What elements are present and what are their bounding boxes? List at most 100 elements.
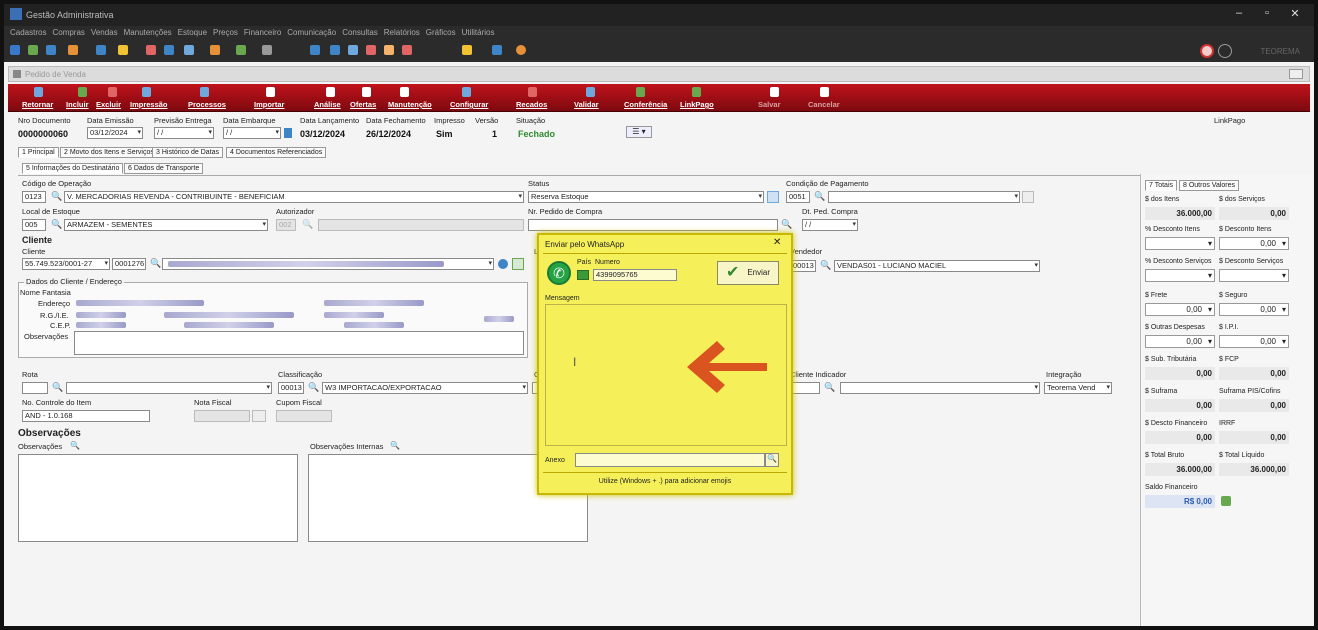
local-estoque-select[interactable]: ARMAZEM - SEMENTES ▾ (64, 219, 268, 231)
previsao-entrega-input[interactable]: / / ▾ (154, 127, 214, 139)
cliente-code[interactable]: 0001276 (112, 258, 146, 270)
subwindow-restore-icon[interactable] (1289, 69, 1303, 79)
toolbar-icon-8[interactable] (164, 45, 174, 55)
data-emissao-input[interactable]: 03/12/2024 ▾ (87, 127, 143, 139)
action-importar-button[interactable]: Importar (254, 100, 284, 109)
observacoes-cliente-input[interactable] (74, 331, 524, 355)
menu-item-0[interactable]: Cadastros (10, 28, 46, 37)
tab-2[interactable]: 3 Histórico de Datas (152, 147, 224, 158)
action-retornar-button[interactable]: Retornar (22, 100, 53, 109)
toolbar-icon-17[interactable] (384, 45, 394, 55)
maximize-button[interactable]: ▫ (1254, 7, 1280, 23)
search-icon[interactable]: 🔍 (51, 191, 62, 202)
action-validar-button[interactable]: Validar (574, 100, 599, 109)
desc-servicos-value[interactable] (1219, 269, 1289, 282)
status-config-icon[interactable] (767, 191, 779, 203)
action-conferencia-button[interactable]: Conferência (624, 100, 667, 109)
condicao-config-icon[interactable] (1022, 191, 1034, 203)
help-icon[interactable] (1218, 44, 1232, 58)
observacoes-textarea[interactable] (18, 454, 298, 542)
search-icon[interactable]: 🔍 (820, 260, 831, 271)
notification-icon[interactable] (1200, 44, 1214, 58)
tab-0[interactable]: 1 Principal (18, 147, 59, 158)
enviar-button[interactable]: ✔ Enviar (717, 261, 779, 285)
action-incluir-button[interactable]: Incluir (66, 100, 89, 109)
condicao-pagamento-select[interactable]: ▾ (828, 191, 1020, 203)
search-icon[interactable]: 🔍 (302, 219, 313, 230)
menu-item-7[interactable]: Comunicação (287, 28, 336, 37)
action-recados-button[interactable]: Recados (516, 100, 547, 109)
desc-servicos-select[interactable] (1145, 269, 1215, 282)
toolbar-icon-6[interactable] (118, 45, 128, 55)
desc-itens-select[interactable] (1145, 237, 1215, 250)
action-salvar-button[interactable]: Salvar (758, 100, 781, 109)
saldo-action-icon[interactable] (1221, 496, 1231, 506)
toolbar-icon-12[interactable] (262, 45, 272, 55)
search-icon[interactable]: 🔍 (150, 258, 161, 269)
toolbar-icon-14[interactable] (330, 45, 340, 55)
vendedor-select[interactable]: VENDAS01 - LUCIANO MACIEL ▾ (834, 260, 1040, 272)
data-embarque-input[interactable]: / / ▾ (223, 127, 281, 139)
outras-despesas-value[interactable]: 0,00 (1145, 335, 1215, 348)
toolbar-icon-10[interactable] (210, 45, 220, 55)
action-analise-button[interactable]: Análise (314, 100, 341, 109)
rota-select[interactable]: ▾ (66, 382, 272, 394)
subtab-1[interactable]: 6 Dados de Transporte (124, 163, 204, 174)
search-icon[interactable]: 🔍 (390, 441, 400, 450)
tab-outros-valores[interactable]: 8 Outros Valores (1179, 180, 1240, 191)
action-configurar-button[interactable]: Configurar (450, 100, 488, 109)
action-excluir-button[interactable]: Excluir (96, 100, 121, 109)
toolbar-icon-13[interactable] (310, 45, 320, 55)
toolbar-icon-18[interactable] (402, 45, 412, 55)
desc-itens-value[interactable]: 0,00 (1219, 237, 1289, 250)
search-icon[interactable]: 🔍 (814, 191, 825, 202)
search-icon[interactable]: 🔍 (308, 382, 319, 393)
condicao-pagamento-code[interactable]: 0051 (786, 191, 810, 203)
toolbar-icon-7[interactable] (146, 45, 156, 55)
autorizador-code[interactable]: 002 (276, 219, 296, 231)
menu-item-11[interactable]: Utilitários (462, 28, 495, 37)
local-estoque-code[interactable]: 005 (22, 219, 46, 231)
action-linkpago-button[interactable]: LinkPago (680, 100, 714, 109)
frete-value[interactable]: 0,00 (1145, 303, 1215, 316)
menu-item-8[interactable]: Consultas (342, 28, 378, 37)
tab-3[interactable]: 4 Documentos Referenciados (226, 147, 327, 158)
cliente-documento-select[interactable]: 55.749.523/0001-27 ▾ (22, 258, 110, 270)
toolbar-icon-19[interactable] (462, 45, 472, 55)
search-icon[interactable]: 🔍 (824, 382, 835, 393)
action-manutencao-button[interactable]: Manutenção (388, 100, 432, 109)
search-icon[interactable]: 🔍 (781, 219, 792, 230)
search-icon[interactable]: 🔍 (70, 441, 80, 450)
vendedor-code[interactable]: 00013 (790, 260, 816, 272)
toolbar-icon-1[interactable] (10, 45, 20, 55)
controle-item-input[interactable]: AND - 1.0.168 (22, 410, 150, 422)
numero-input[interactable]: 4399095765 (593, 269, 677, 281)
brazil-flag-icon[interactable] (577, 270, 589, 280)
cupom-fiscal-input[interactable] (276, 410, 332, 422)
toolbar-icon-2[interactable] (28, 45, 38, 55)
close-icon[interactable]: ✕ (773, 237, 781, 248)
menu-item-1[interactable]: Compras (52, 28, 84, 37)
action-impressao-button[interactable]: Impressão (130, 100, 168, 109)
calendar-icon[interactable] (284, 128, 292, 138)
action-processos-button[interactable]: Processos (188, 100, 226, 109)
action-ofertas-button[interactable]: Ofertas (350, 100, 376, 109)
menu-item-6[interactable]: Financeiro (244, 28, 281, 37)
menu-item-9[interactable]: Relatórios (384, 28, 420, 37)
status-select[interactable]: Reserva Estoque ▾ (528, 191, 764, 203)
seguro-value[interactable]: 0,00 (1219, 303, 1289, 316)
menu-item-2[interactable]: Vendas (91, 28, 118, 37)
rota-code[interactable] (22, 382, 48, 394)
menu-item-5[interactable]: Preços (213, 28, 238, 37)
autorizador-select[interactable] (318, 219, 524, 231)
codigo-operacao-code[interactable]: 0123 (22, 191, 46, 203)
classificacao-code[interactable]: 00013 (278, 382, 304, 394)
toolbar-icon-16[interactable] (366, 45, 376, 55)
minimize-button[interactable]: – (1226, 7, 1252, 23)
subtab-0[interactable]: 5 Informações do Destinatário (22, 163, 124, 174)
codigo-operacao-select[interactable]: V. MERCADORIAS REVENDA - CONTRIBUINTE - … (64, 191, 524, 203)
cliente-indicador-code[interactable] (790, 382, 820, 394)
cliente-action-icon[interactable] (512, 258, 524, 270)
toolbar-icon-4[interactable] (68, 45, 78, 55)
classificacao-select[interactable]: W3 IMPORTACAO/EXPORTACAO ▾ (322, 382, 528, 394)
